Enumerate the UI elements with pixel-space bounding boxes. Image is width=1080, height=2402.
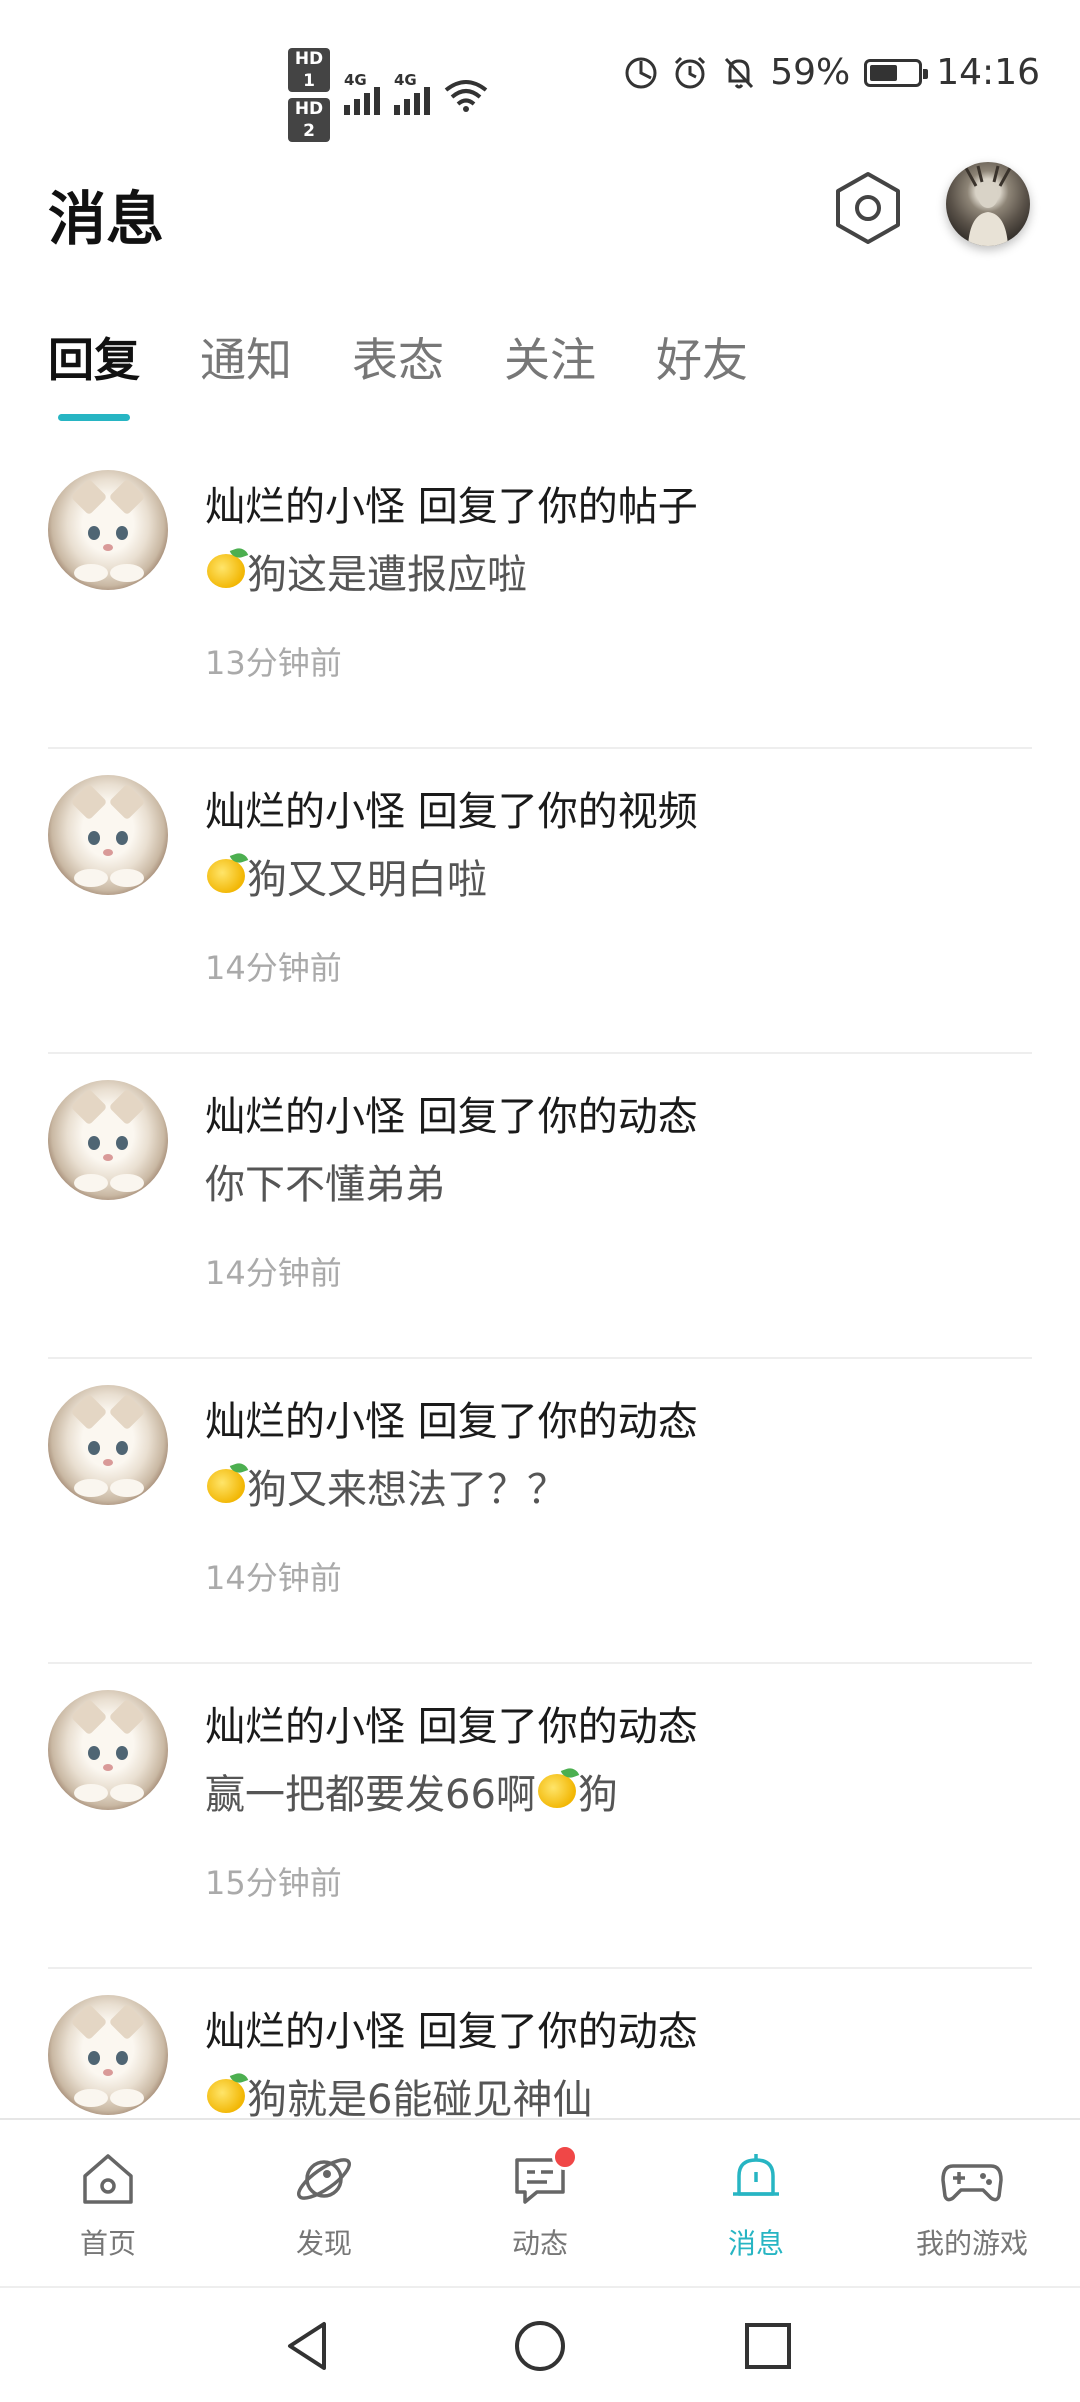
nav-home-label: 首页 xyxy=(79,2227,136,2260)
message-time: 15分钟前 xyxy=(205,1864,342,1902)
lemon-emoji-icon xyxy=(207,2079,245,2113)
nav-my-games-label: 我的游戏 xyxy=(915,2227,1028,2260)
message-title: 灿烂的小怪 回复了你的动态 xyxy=(205,2009,698,2055)
nav-feed-label: 动态 xyxy=(511,2227,568,2260)
message-content: 你下不懂弟弟 xyxy=(205,1152,445,1210)
message-content-text: 狗 xyxy=(577,1772,618,1818)
nav-messages-label: 消息 xyxy=(727,2227,784,2260)
message-title: 灿烂的小怪 回复了你的视频 xyxy=(205,789,698,835)
status-bar: HD 1 HD 2 4G 4G 59% 14:16 xyxy=(0,0,1080,150)
system-back-button[interactable] xyxy=(278,2316,338,2376)
message-content: 狗就是6能碰见神仙 xyxy=(205,2067,592,2118)
network-type-1: 4G xyxy=(344,71,367,89)
user-avatar[interactable] xyxy=(946,162,1030,246)
message-content-text: 狗就是6能碰见神仙 xyxy=(247,2077,593,2118)
message-content-text: 狗这是遭报应啦 xyxy=(247,552,527,598)
message-time: 14分钟前 xyxy=(205,1254,342,1292)
message-time: 14分钟前 xyxy=(205,1559,342,1597)
message-content-text: 赢一把都要发66啊 xyxy=(205,1772,536,1818)
system-home-button[interactable] xyxy=(510,2316,570,2376)
nav-discover[interactable]: 发现 xyxy=(216,2120,432,2288)
message-item[interactable]: 灿烂的小怪 回复了你的视频 狗又又明白啦 14分钟前 xyxy=(48,749,1032,1054)
clock: 14:16 xyxy=(936,52,1040,93)
status-left: HD 1 HD 2 4G 4G xyxy=(288,48,488,142)
message-item[interactable]: 灿烂的小怪 回复了你的帖子 狗这是遭报应啦 13分钟前 xyxy=(48,444,1032,749)
lemon-emoji-icon xyxy=(207,859,245,893)
message-title: 灿烂的小怪 回复了你的动态 xyxy=(205,1704,698,1750)
network-type-2: 4G xyxy=(394,71,417,89)
message-item[interactable]: 灿烂的小怪 回复了你的动态 赢一把都要发66啊狗 15分钟前 xyxy=(48,1664,1032,1969)
wifi-icon xyxy=(444,80,488,112)
lemon-emoji-icon xyxy=(207,1469,245,1503)
active-tab-indicator xyxy=(58,414,130,421)
signal-icon-1: 4G xyxy=(344,71,380,115)
message-content: 狗这是遭报应啦 xyxy=(205,542,527,600)
message-content-text: 狗又来想法了？？ xyxy=(247,1467,567,1513)
message-time: 13分钟前 xyxy=(205,644,342,682)
home-icon xyxy=(83,2154,133,2204)
message-content: 狗又又明白啦 xyxy=(205,847,487,905)
tab-follow[interactable]: 关注 xyxy=(504,324,596,390)
sender-avatar[interactable] xyxy=(48,1690,168,1810)
tab-friends[interactable]: 好友 xyxy=(656,324,748,390)
bottom-nav: 首页 发现 动态 消息 我的游戏 xyxy=(0,2118,1080,2288)
message-item[interactable]: 灿烂的小怪 回复了你的动态 狗就是6能碰见神仙 xyxy=(48,1969,1032,2118)
nav-home[interactable]: 首页 xyxy=(0,2120,216,2288)
sender-avatar[interactable] xyxy=(48,1385,168,1505)
nav-messages[interactable]: 消息 xyxy=(648,2120,864,2288)
lemon-emoji-icon xyxy=(537,1774,576,1808)
page-title: 消息 xyxy=(48,185,165,253)
sim-indicators: HD 1 HD 2 xyxy=(288,48,330,142)
sim2-badge: HD 2 xyxy=(288,98,330,142)
nav-my-games[interactable]: 我的游戏 xyxy=(864,2120,1080,2288)
recents-square-icon xyxy=(745,2323,791,2369)
battery-level-fill xyxy=(870,64,898,81)
signal-icon-2: 4G xyxy=(394,71,430,115)
planet-icon xyxy=(297,2158,351,2200)
battery-percent: 59% xyxy=(770,52,851,93)
settings-button[interactable] xyxy=(828,168,908,248)
sender-avatar[interactable] xyxy=(48,1995,168,2115)
message-tabs: 回复 通知 表态 关注 好友 xyxy=(48,324,808,390)
tab-notice[interactable]: 通知 xyxy=(200,324,292,390)
settings-hexagon-icon xyxy=(836,172,900,244)
sender-avatar[interactable] xyxy=(48,470,168,590)
data-saver-icon xyxy=(625,57,657,88)
feed-badge-dot xyxy=(552,2144,578,2170)
message-title: 灿烂的小怪 回复了你的动态 xyxy=(205,1399,698,1445)
avatar-image xyxy=(964,165,1012,246)
nav-feed[interactable]: 动态 xyxy=(432,2120,648,2288)
back-triangle-icon xyxy=(288,2322,326,2370)
sender-avatar[interactable] xyxy=(48,775,168,895)
message-content: 狗又来想法了？？ xyxy=(205,1457,567,1515)
message-item[interactable]: 灿烂的小怪 回复了你的动态 你下不懂弟弟 14分钟前 xyxy=(48,1054,1032,1359)
message-item[interactable]: 灿烂的小怪 回复了你的动态 狗又来想法了？？ 14分钟前 xyxy=(48,1359,1032,1664)
message-content-text: 你下不懂弟弟 xyxy=(205,1162,445,1208)
sim1-badge: HD 1 xyxy=(288,48,330,92)
lemon-emoji-icon xyxy=(207,554,245,588)
nav-discover-label: 发现 xyxy=(295,2227,352,2260)
message-list: 灿烂的小怪 回复了你的帖子 狗这是遭报应啦 13分钟前 灿烂的小怪 回复了你的视… xyxy=(0,444,1080,2118)
sender-avatar[interactable] xyxy=(48,1080,168,1200)
status-right: 59% 14:16 xyxy=(624,52,1040,93)
system-recents-button[interactable] xyxy=(738,2316,798,2376)
alarm-icon xyxy=(675,56,706,88)
message-title: 灿烂的小怪 回复了你的帖子 xyxy=(205,484,698,530)
mute-bell-icon xyxy=(725,57,754,88)
system-nav-bar xyxy=(0,2286,1080,2402)
message-title: 灿烂的小怪 回复了你的动态 xyxy=(205,1094,698,1140)
battery-icon xyxy=(864,58,929,87)
message-time: 14分钟前 xyxy=(205,949,342,987)
tab-reply[interactable]: 回复 xyxy=(48,324,140,390)
message-content: 赢一把都要发66啊狗 xyxy=(205,1762,618,1820)
gamepad-icon xyxy=(941,2164,1003,2202)
message-content-text: 狗又又明白啦 xyxy=(247,857,487,903)
tab-reaction[interactable]: 表态 xyxy=(352,324,444,390)
bell-icon xyxy=(733,2154,779,2196)
home-circle-icon xyxy=(515,2321,565,2371)
